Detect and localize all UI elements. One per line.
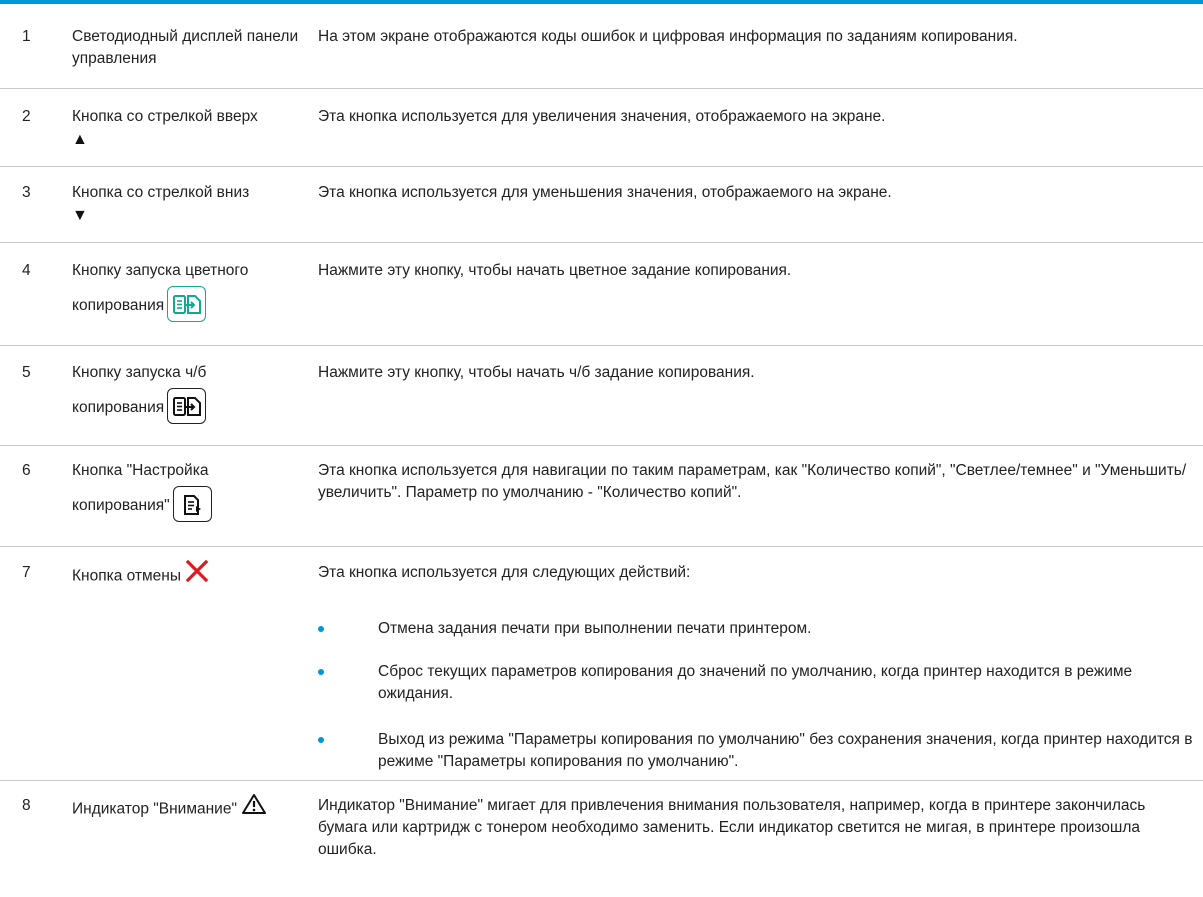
item-name: Светодиодный дисплей панели управления	[72, 28, 299, 67]
bullet-text: Выход из режима "Параметры копирования п…	[378, 731, 1193, 770]
item-name-cell: Индикатор "Внимание"	[72, 793, 312, 824]
bullet-dot	[318, 626, 324, 632]
item-name: Кнопка отмены	[72, 567, 182, 585]
item-name-cell: Кнопку запуска цветного копирования	[72, 260, 312, 324]
row-number: 1	[22, 28, 31, 45]
row-separator	[0, 166, 1203, 167]
item-description: Эта кнопка используется для уменьшения з…	[318, 184, 892, 201]
row-separator	[0, 445, 1203, 446]
bullet-dot	[318, 737, 324, 743]
row-separator	[0, 88, 1203, 89]
bullet-text: Сброс текущих параметров копирования до …	[378, 663, 1133, 702]
row-number: 2	[22, 108, 31, 125]
row-number: 6	[22, 462, 31, 479]
item-description: Эта кнопка используется для навигации по…	[318, 462, 1187, 501]
up-arrow-icon: ▲	[72, 131, 88, 148]
item-name-line1: Кнопку запуска ч/б	[72, 364, 207, 381]
item-description: Индикатор "Внимание" мигает для привлече…	[318, 797, 1146, 858]
row-number: 3	[22, 184, 31, 201]
item-name: Кнопка со стрелкой вниз	[72, 184, 250, 201]
item-description: Нажмите эту кнопку, чтобы начать ч/б зад…	[318, 364, 755, 381]
row-separator	[0, 780, 1203, 781]
item-name-cell: Кнопка отмены	[72, 559, 312, 591]
table-top-rule	[0, 0, 1203, 4]
cancel-x-icon	[185, 559, 209, 589]
item-name-line2: копирования	[72, 399, 165, 417]
item-description: На этом экране отображаются коды ошибок …	[318, 28, 1018, 45]
item-description: Нажмите эту кнопку, чтобы начать цветное…	[318, 262, 792, 279]
row-separator	[0, 242, 1203, 243]
item-name-cell: Кнопку запуска ч/б копирования	[72, 362, 312, 426]
row-separator	[0, 546, 1203, 547]
item-name-cell: Кнопка "Настройка копирования"	[72, 460, 312, 524]
row-number: 8	[22, 797, 31, 814]
item-name-cell: Кнопка со стрелкой вниз ▼	[72, 182, 312, 226]
item-name-line2: копирования"	[72, 497, 170, 515]
item-name: Кнопка со стрелкой вверх	[72, 108, 258, 125]
item-description: Эта кнопка используется для следующих де…	[318, 564, 691, 581]
bullet-dot	[318, 669, 324, 675]
bullet-text: Отмена задания печати при выполнении печ…	[378, 620, 812, 637]
copy-setup-icon	[172, 486, 212, 522]
down-arrow-icon: ▼	[72, 207, 88, 224]
item-name-line2: копирования	[72, 297, 165, 315]
row-separator	[0, 345, 1203, 346]
row-number: 4	[22, 262, 31, 279]
item-name-line1: Кнопка "Настройка	[72, 462, 209, 479]
row-number: 7	[22, 564, 31, 581]
attention-warning-icon	[241, 793, 267, 822]
item-name-line1: Кнопку запуска цветного	[72, 262, 249, 279]
mono-copy-start-icon	[167, 388, 207, 424]
item-name-cell: Кнопка со стрелкой вверх ▲	[72, 106, 312, 150]
item-name: Индикатор "Внимание"	[72, 800, 237, 818]
color-copy-start-icon	[167, 286, 207, 322]
item-description: Эта кнопка используется для увеличения з…	[318, 108, 886, 125]
row-number: 5	[22, 364, 31, 381]
